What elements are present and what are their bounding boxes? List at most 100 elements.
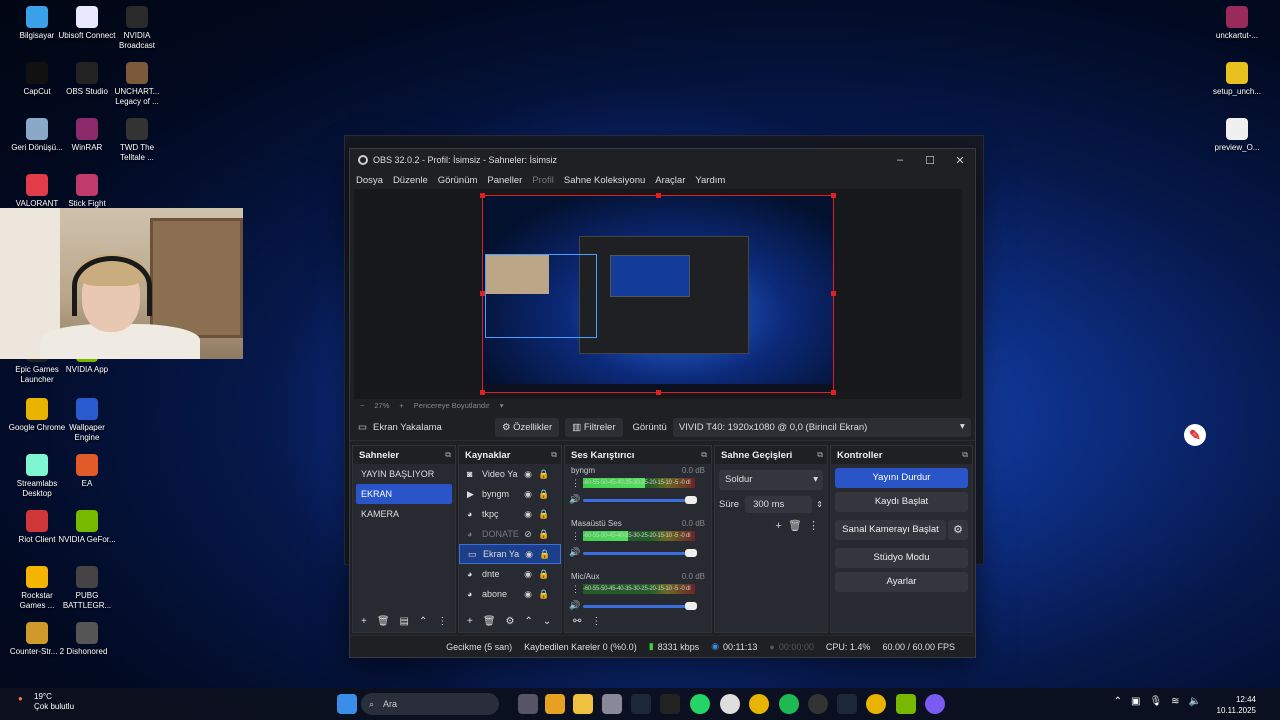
lock-icon[interactable]: 🔒 bbox=[536, 589, 552, 600]
speaker-icon[interactable]: 🔊 bbox=[569, 494, 580, 505]
mic-icon[interactable]: 🎙 bbox=[1149, 696, 1171, 707]
lock-icon[interactable]: 🔒 bbox=[536, 489, 552, 500]
chatgpt-icon[interactable] bbox=[720, 694, 740, 714]
menu-item[interactable]: Yardım bbox=[695, 175, 725, 186]
more-icon[interactable]: ⋮ bbox=[571, 531, 580, 542]
link-icon[interactable]: ⚯ bbox=[573, 616, 581, 627]
resize-handle[interactable] bbox=[480, 291, 485, 296]
undock-icon[interactable]: ⧉ bbox=[962, 450, 968, 460]
zoom-in-icon[interactable]: + bbox=[399, 401, 403, 410]
chevron-down-icon[interactable]: ▾ bbox=[500, 401, 504, 410]
volume-slider[interactable] bbox=[583, 496, 697, 504]
volume-slider[interactable] bbox=[583, 549, 697, 557]
desktop-shortcut[interactable]: TWD The Telltale ... bbox=[108, 118, 166, 163]
task-view-icon[interactable] bbox=[518, 694, 538, 714]
nvidia-taskbar-icon[interactable] bbox=[896, 694, 916, 714]
source-item[interactable]: ◕ DONATE ⊘ 🔒 bbox=[459, 524, 561, 544]
eye-hidden-icon[interactable]: ⊘ bbox=[520, 529, 536, 540]
chrome-profile-icon[interactable] bbox=[866, 694, 886, 714]
chrome-taskbar-icon[interactable] bbox=[749, 694, 769, 714]
more-icon[interactable]: ⋮ bbox=[571, 584, 580, 595]
desktop-shortcut[interactable]: Stick Fight bbox=[58, 174, 116, 209]
more-icon[interactable]: ⋮ bbox=[591, 616, 601, 627]
lock-icon[interactable]: 🔒 bbox=[537, 549, 553, 560]
menu-item[interactable]: Dosya bbox=[356, 175, 383, 186]
duration-input[interactable]: 300 ms bbox=[745, 496, 813, 513]
trash-icon[interactable]: 🗑 bbox=[377, 616, 390, 627]
zoom-out-icon[interactable]: − bbox=[360, 401, 364, 410]
pen-app-icon[interactable]: ✎ bbox=[1184, 424, 1206, 446]
start-icon[interactable] bbox=[337, 694, 357, 714]
filter-icon[interactable]: ▤ bbox=[400, 616, 409, 627]
up-arrow-icon[interactable]: ⌃ bbox=[419, 616, 427, 627]
virtual-cam-button[interactable]: Sanal Kamerayı Başlat bbox=[835, 520, 946, 540]
menu-item[interactable]: Paneller bbox=[487, 175, 522, 186]
undock-icon[interactable]: ⧉ bbox=[701, 450, 707, 460]
settings-app-icon[interactable] bbox=[602, 694, 622, 714]
selection-box[interactable] bbox=[485, 254, 597, 338]
undock-icon[interactable]: ⧉ bbox=[817, 450, 823, 460]
filters-button[interactable]: ▥ Filtreler bbox=[565, 418, 623, 437]
more-icon[interactable]: ⋮ bbox=[808, 520, 819, 532]
network-icon[interactable]: ▣ bbox=[1131, 696, 1149, 707]
wifi-icon[interactable]: ≋ bbox=[1171, 696, 1188, 707]
resize-handle[interactable] bbox=[831, 291, 836, 296]
desktop-shortcut[interactable]: unckartut-... bbox=[1208, 6, 1266, 41]
eye-icon[interactable]: ◉ bbox=[520, 489, 536, 500]
source-item[interactable]: ◕ abone ◉ 🔒 bbox=[459, 584, 561, 604]
resize-handle[interactable] bbox=[480, 193, 485, 198]
steam-taskbar-icon[interactable] bbox=[837, 694, 857, 714]
stepper-icon[interactable]: ⇕ bbox=[816, 500, 823, 509]
desktop-shortcut[interactable]: Dishonored bbox=[58, 622, 116, 657]
speaker-icon[interactable]: 🔊 bbox=[569, 547, 580, 558]
trash-icon[interactable]: 🗑 bbox=[483, 616, 496, 627]
source-item[interactable]: ▭ Ekran Ya ◉ 🔒 bbox=[459, 544, 561, 564]
clock[interactable]: 12:44 10.11.2025 bbox=[1217, 694, 1256, 716]
desktop-shortcut[interactable]: Wallpaper Engine bbox=[58, 398, 116, 443]
desktop-shortcut[interactable]: NVIDIA GeFor... bbox=[58, 510, 116, 545]
eye-icon[interactable]: ◉ bbox=[521, 549, 537, 560]
resize-handle[interactable] bbox=[480, 390, 485, 395]
desktop-shortcut[interactable]: EA bbox=[58, 454, 116, 489]
desktop-shortcut[interactable]: setup_unch... bbox=[1208, 62, 1266, 97]
steam-icon[interactable] bbox=[631, 694, 651, 714]
obs-taskbar-icon[interactable] bbox=[808, 694, 828, 714]
whatsapp-icon[interactable] bbox=[690, 694, 710, 714]
resize-handle[interactable] bbox=[656, 193, 661, 198]
scene-item[interactable]: KAMERA bbox=[353, 504, 455, 524]
scene-item[interactable]: YAYIN BAŞLIYOR bbox=[353, 464, 455, 484]
undock-icon[interactable]: ⧉ bbox=[445, 450, 451, 460]
display-select[interactable]: VIVID T40: 1920x1080 @ 0,0 (Birincil Ekr… bbox=[672, 418, 971, 437]
eye-icon[interactable]: ◉ bbox=[520, 589, 536, 600]
chevron-up-icon[interactable]: ⌃ bbox=[1114, 696, 1131, 707]
source-item[interactable]: ◕ tkpç ◉ 🔒 bbox=[459, 504, 561, 524]
desktop-shortcut[interactable]: preview_O... bbox=[1208, 118, 1266, 153]
search-input[interactable]: ⌕ Ara bbox=[361, 693, 499, 715]
trash-icon[interactable]: 🗑 bbox=[788, 520, 802, 532]
weather-widget[interactable]: ● 19°C Çok bulutlu bbox=[18, 692, 74, 712]
obs-titlebar[interactable]: OBS 32.0.2 - Profil: İsimsiz - Sahneler:… bbox=[350, 149, 975, 171]
volume-slider[interactable] bbox=[583, 602, 697, 610]
studio-mode-button[interactable]: Stüdyo Modu bbox=[835, 548, 968, 568]
lock-icon[interactable]: 🔒 bbox=[536, 469, 552, 480]
resize-handle[interactable] bbox=[831, 390, 836, 395]
transition-select[interactable]: Soldur bbox=[719, 470, 823, 490]
menu-item[interactable]: Düzenle bbox=[393, 175, 428, 186]
preview-area[interactable] bbox=[354, 189, 962, 399]
app-taskbar-icon[interactable] bbox=[925, 694, 945, 714]
maximize-icon[interactable]: ☐ bbox=[915, 154, 945, 167]
resize-handle[interactable] bbox=[656, 390, 661, 395]
gear-icon[interactable]: ⚙ bbox=[948, 520, 968, 540]
lock-icon[interactable]: 🔒 bbox=[536, 569, 552, 580]
desktop-shortcut[interactable]: NVIDIA Broadcast bbox=[108, 6, 166, 51]
add-icon[interactable]: + bbox=[467, 616, 473, 627]
scene-item[interactable]: EKRAN bbox=[356, 484, 452, 504]
preview-canvas[interactable] bbox=[482, 195, 834, 393]
fit-window-button[interactable]: Pencereye Boyutlandır bbox=[414, 401, 490, 410]
menu-item[interactable]: Araçlar bbox=[655, 175, 685, 186]
volume-icon[interactable]: 🔈 bbox=[1189, 696, 1210, 707]
resize-handle[interactable] bbox=[831, 193, 836, 198]
lock-icon[interactable]: 🔒 bbox=[536, 529, 552, 540]
eye-icon[interactable]: ◉ bbox=[520, 569, 536, 580]
obs-window[interactable]: OBS 32.0.2 - Profil: İsimsiz - Sahneler:… bbox=[349, 148, 976, 658]
